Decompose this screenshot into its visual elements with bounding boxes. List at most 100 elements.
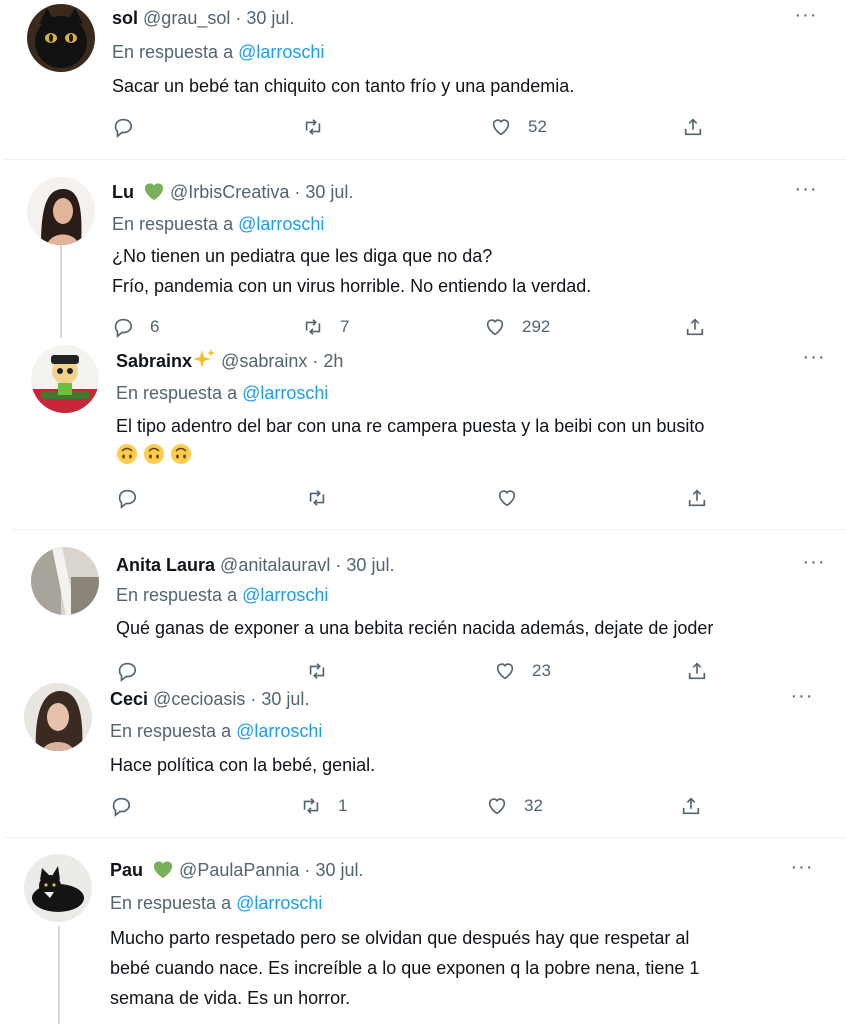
user-handle[interactable]: @IrbisCreativa [170,182,289,202]
retweet-icon [303,798,319,814]
like-button[interactable]: 32 [486,792,543,820]
retweet-button[interactable]: 1 [300,792,347,820]
separator: · [304,860,311,880]
reply-icon [114,118,133,138]
retweet-count: 1 [338,796,348,815]
tweet-date[interactable]: 30 jul. [346,555,394,575]
user-handle[interactable]: @sabrainx [221,351,307,371]
more-icon[interactable]: ··· [794,5,818,34]
display-name[interactable]: sol [112,8,138,28]
tweet-date[interactable]: 30 jul. [246,8,294,28]
like-button[interactable] [496,484,534,512]
mention-link[interactable]: @larroschi [238,214,324,234]
separator: · [235,8,242,28]
user-handle[interactable]: @anitalauravl [220,555,330,575]
display-name[interactable]: Anita Laura [116,555,215,575]
reply-button[interactable] [116,484,154,512]
upside-down-face-icon [171,444,191,464]
display-name[interactable]: Ceci [110,689,148,709]
reply-context: En respuesta a @larroschi [116,381,328,405]
share-icon [686,318,704,336]
user-handle[interactable]: @cecioasis [153,689,245,709]
sparkles-icon [192,348,216,376]
avatar-anita-laura[interactable] [31,547,99,615]
tweet-actions: 23 [116,657,736,683]
reply-button[interactable] [116,657,154,683]
mention-link[interactable]: @larroschi [242,585,328,605]
display-name[interactable]: Pau [110,860,143,880]
avatar-sabrainx[interactable] [31,345,99,413]
retweet-button[interactable]: 7 [302,313,349,338]
retweet-button[interactable] [306,484,344,512]
separator: · [294,182,301,202]
tweet-anita-laura[interactable]: Anita Laura @anitalauravl · 30 jul. ··· … [8,531,846,683]
retweet-button[interactable] [302,113,340,141]
tweet-text: Qué ganas de exponer a una bebita recién… [116,613,713,643]
avatar-ceci[interactable] [24,683,92,751]
like-button[interactable]: 52 [490,113,547,141]
tweet-date[interactable]: 30 jul. [305,182,353,202]
share-icon [688,489,706,507]
display-name[interactable]: Sabrainx [116,351,192,371]
reply-icon [118,489,137,509]
tweet-header: Ceci @cecioasis · 30 jul. [110,687,309,711]
avatar-pau[interactable] [24,854,92,922]
mention-link[interactable]: @larroschi [236,721,322,741]
like-count: 23 [532,661,551,680]
tweet-actions [116,484,736,512]
reply-context: En respuesta a @larroschi [112,40,324,64]
mention-link[interactable]: @larroschi [238,42,324,62]
thread-line [60,244,62,338]
tweet-sabrainx[interactable]: Sabrainx @sabrainx · 2h ··· En respuesta… [8,338,846,530]
green-heart-icon [143,181,165,207]
tweet-date[interactable]: 2h [323,351,343,371]
tweet-lu[interactable]: Lu @IrbisCreativa · 30 jul. ··· En respu… [0,160,846,338]
tweet-pau[interactable]: Pau @PaulaPannia · 30 jul. ··· En respue… [0,838,846,1024]
separator: · [250,689,257,709]
mention-link[interactable]: @larroschi [236,893,322,913]
share-button[interactable] [686,657,708,683]
share-button[interactable] [680,792,702,820]
reply-button[interactable] [110,792,148,820]
retweet-icon [305,319,321,335]
tweet-ceci[interactable]: Ceci @cecioasis · 30 jul. ··· En respues… [0,683,846,838]
user-handle[interactable]: @PaulaPannia [179,860,299,880]
retweet-count: 7 [340,317,350,336]
more-icon[interactable]: ··· [790,686,814,715]
like-button[interactable]: 292 [484,313,550,338]
tweet-date[interactable]: 30 jul. [261,689,309,709]
user-handle[interactable]: @grau_sol [143,8,230,28]
reply-context: En respuesta a @larroschi [110,719,322,743]
reply-icon [112,797,131,817]
tweet-header: sol @grau_sol · 30 jul. [112,6,294,30]
tweet-text-line: Qué ganas de exponer a una bebita recién… [116,618,714,638]
heart-icon [498,490,516,507]
tweet-sol[interactable]: sol @grau_sol · 30 jul. ··· En respuesta… [0,0,846,160]
mention-link[interactable]: @larroschi [242,383,328,403]
more-icon[interactable]: ··· [790,857,814,886]
share-button[interactable] [684,313,706,338]
tweet-header: Sabrainx @sabrainx · 2h [116,348,343,376]
more-icon[interactable]: ··· [802,347,826,376]
tweet-date[interactable]: 30 jul. [315,860,363,880]
like-button[interactable]: 23 [494,657,551,683]
reply-button[interactable] [112,113,150,141]
tweet-text-line: ¿No tienen un pediatra que les diga que … [112,246,493,266]
reply-button[interactable]: 6 [112,313,159,338]
avatar-lu[interactable] [27,177,95,245]
reply-icon [118,662,137,682]
tweet-text: ¿No tienen un pediatra que les diga que … [112,241,591,301]
share-icon [682,797,700,815]
tweet-text: Mucho parto respetado pero se olvidan qu… [110,923,699,1013]
retweet-button[interactable] [306,657,344,683]
like-count: 32 [524,796,543,815]
share-button[interactable] [686,484,708,512]
more-icon[interactable]: ··· [802,552,826,581]
tweet-text-line: El tipo adentro del bar con una re campe… [116,416,705,436]
display-name[interactable]: Lu [112,182,134,202]
more-icon[interactable]: ··· [794,179,818,208]
share-button[interactable] [682,113,704,141]
heart-icon [496,663,514,680]
avatar-sol[interactable] [27,4,95,72]
reply-prefix: En respuesta a [112,214,234,234]
